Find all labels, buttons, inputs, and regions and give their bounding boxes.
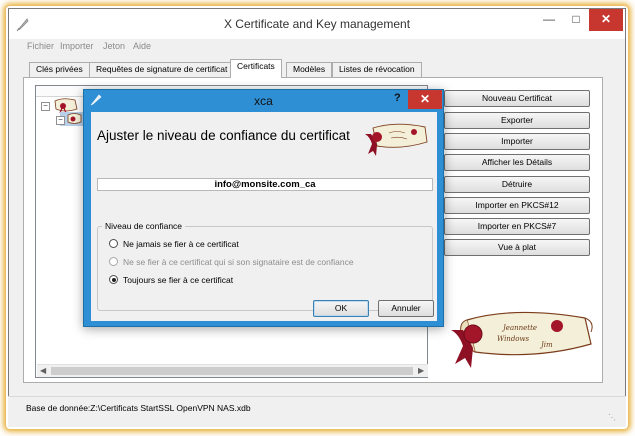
radio-never-icon[interactable] [109,239,118,248]
title-bar: X Certificate and Key management — □ ✕ [9,9,625,39]
maximize-button[interactable]: □ [563,9,589,31]
xca-scroll-logo: Jeannette Windows Jim [451,311,593,368]
menu-aide[interactable]: Aide [133,41,151,51]
tab-listes-revocation[interactable]: Listes de révocation [332,62,422,77]
importer-pkcs7-button[interactable]: Importer en PKCS#7 [444,218,590,235]
menu-fichier[interactable]: Fichier [27,41,54,51]
importer-button[interactable]: Importer [444,133,590,150]
radio-trust-if-signer-trusted: Ne se fier à ce certificat qui si son si… [109,257,354,271]
radio-conditional-icon [109,257,118,266]
close-button[interactable]: ✕ [589,9,623,31]
exporter-button[interactable]: Exporter [444,112,590,129]
horizontal-scrollbar[interactable]: ◀ ▶ [37,364,428,377]
help-icon[interactable]: ? [394,92,401,104]
menu-bar: Fichier Importer Jeton Aide [9,39,625,55]
minimize-button[interactable]: — [535,9,563,31]
dialog-title: xca [254,94,273,108]
tab-modeles[interactable]: Modèles [286,62,333,77]
svg-text:Windows: Windows [497,335,530,343]
trust-dialog: xca ? ✕ Ajuster le niveau de confiance d… [83,89,444,327]
radio-always-trust[interactable]: Toujours se fier à ce certificat [109,275,233,289]
trust-level-label: Niveau de confiance [102,221,186,231]
detruire-button[interactable]: Détruire [444,176,590,193]
cancel-button[interactable]: Annuler [378,300,434,317]
svg-text:Jeannette: Jeannette [501,324,537,332]
importer-pkcs12-button[interactable]: Importer en PKCS#12 [444,197,590,214]
status-database-path: Base de donnée:Z:\Certificats StartSSL O… [26,403,251,413]
tab-certificats[interactable]: Certificats [230,59,282,78]
menu-jeton[interactable]: Jeton [103,41,125,51]
status-bar: Base de donnée:Z:\Certificats StartSSL O… [8,396,626,427]
afficher-details-button[interactable]: Afficher les Détails [444,154,590,171]
tab-requetes-signature[interactable]: Requêtes de signature de certificat [89,62,235,77]
radio-never-trust[interactable]: Ne jamais se fier à ce certificat [109,239,239,253]
tree-collapse-icon[interactable]: − [41,102,50,111]
dialog-body: Ajuster le niveau de confiance du certif… [91,112,437,321]
dialog-scroll-logo [365,123,428,156]
ok-button[interactable]: OK [313,300,369,317]
scrollbar-thumb[interactable] [51,367,413,375]
certificate-subject-field: info@monsite.com_ca [97,178,433,191]
nouveau-certificat-button[interactable]: Nouveau Certificat [444,90,590,107]
svg-text:Jim: Jim [539,341,553,349]
radio-always-icon[interactable] [109,275,118,284]
resize-grip-icon[interactable]: ⋱ [608,413,618,423]
menu-importer[interactable]: Importer [60,41,94,51]
child-certificate-icon [67,113,82,124]
window-title: X Certificate and Key management [223,17,411,31]
scroll-right-icon[interactable]: ▶ [418,366,424,375]
dialog-close-button[interactable]: ✕ [408,90,442,109]
dialog-heading: Ajuster le niveau de confiance du certif… [97,128,350,143]
vue-a-plat-button[interactable]: Vue à plat [444,239,590,256]
tree-child-collapse-icon[interactable]: − [56,116,65,125]
scroll-left-icon[interactable]: ◀ [40,366,46,375]
tab-cles-privees[interactable]: Clés privées [29,62,90,77]
